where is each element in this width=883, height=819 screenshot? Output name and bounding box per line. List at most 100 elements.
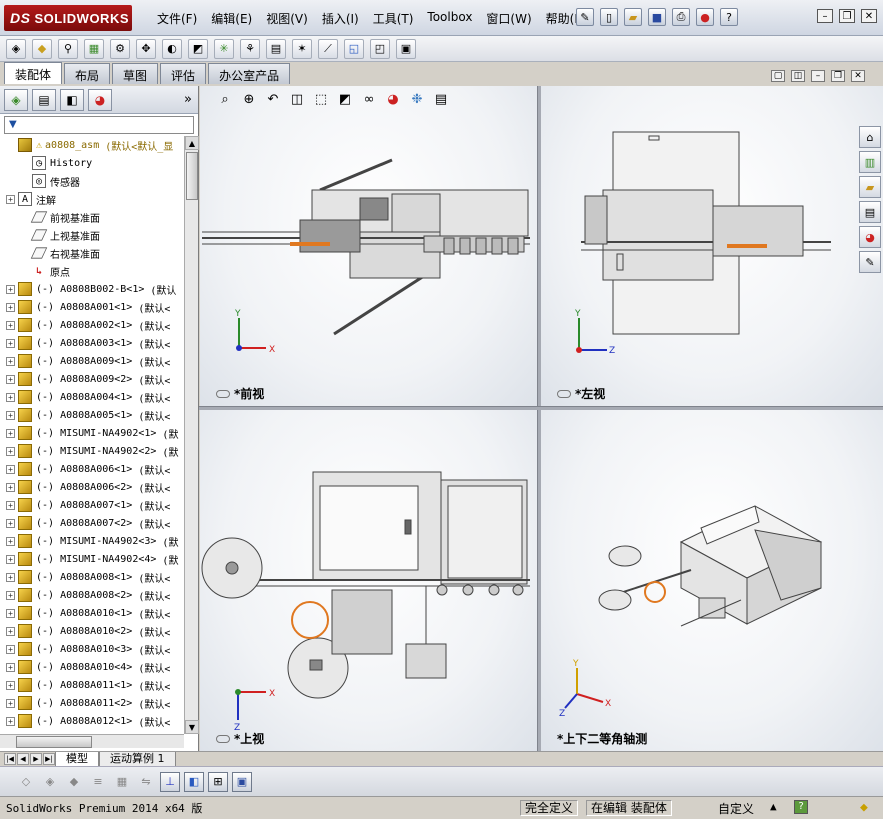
menu-view[interactable]: 视图(V) (259, 10, 315, 27)
tab-model[interactable]: 模型 (55, 751, 99, 767)
view-orientation-icon[interactable]: ⬚ (312, 90, 330, 108)
restore-icon[interactable]: ❐ (839, 9, 855, 23)
close-icon[interactable]: ✕ (861, 9, 877, 23)
scroll-down-icon[interactable]: ▼ (185, 720, 199, 734)
tree-component-row[interactable]: + (-) A0808A007<1> (默认< (0, 496, 184, 514)
save-icon[interactable]: ■ (648, 8, 666, 26)
viewport-vertical-splitter[interactable] (537, 86, 541, 751)
property-manager-icon[interactable]: ▤ (32, 88, 56, 111)
tree-item-annotations[interactable]: + A 注解 (0, 190, 184, 208)
pin-icon[interactable]: ✎ (576, 8, 594, 26)
display-manager-icon[interactable]: ◕ (88, 88, 112, 111)
help-icon[interactable]: ? (720, 8, 738, 26)
expand-toggle[interactable]: + (6, 698, 15, 708)
wireframe-icon[interactable]: ◇ (16, 772, 36, 792)
shaded-with-edges-icon[interactable]: ◧ (184, 771, 204, 792)
expand-toggle[interactable]: + (6, 662, 15, 672)
tree-component-row[interactable]: + (-) A0808A010<4> (默认< (0, 658, 184, 676)
perspective-icon[interactable]: ⇋ (136, 772, 156, 792)
reference-geometry-icon[interactable]: ✳ (214, 38, 234, 59)
expand-toggle[interactable]: + (6, 464, 15, 474)
expand-toggle[interactable]: + (6, 320, 15, 330)
assembly-features-icon[interactable]: ◩ (188, 38, 208, 59)
new-document-icon[interactable]: ▯ (600, 8, 618, 26)
units-dropdown-icon[interactable]: ▲ (770, 800, 777, 813)
design-library-icon[interactable]: ▥ (859, 151, 881, 173)
tree-component-row[interactable]: + (-) A0808A009<1> (默认< (0, 352, 184, 370)
display-style-icon[interactable]: ◩ (336, 90, 354, 108)
expand-toggle[interactable]: + (6, 194, 15, 204)
viewport-horizontal-splitter[interactable] (199, 406, 883, 410)
tree-component-row[interactable]: + (-) MISUMI-NA4902<2> (默 (0, 442, 184, 460)
viewport-top[interactable]: X Z *上视 (200, 410, 537, 751)
tree-component-row[interactable]: + (-) A0808A010<3> (默认< (0, 640, 184, 658)
close-icon[interactable]: ✕ (851, 70, 865, 82)
tree-component-row[interactable]: + (-) MISUMI-NA4902<4> (默 (0, 550, 184, 568)
link-icon[interactable] (216, 389, 230, 398)
tree-component-row[interactable]: + (-) A0808A008<1> (默认< (0, 568, 184, 586)
expand-toggle[interactable]: + (6, 284, 15, 294)
next-tab-icon[interactable]: ▶ (30, 753, 42, 765)
tree-item-origin[interactable]: ↳ 原点 (0, 262, 184, 280)
zoom-to-fit-icon[interactable]: ⌕ (216, 90, 234, 108)
tree-component-row[interactable]: + (-) A0808A005<1> (默认< (0, 406, 184, 424)
section-view-icon[interactable]: ◫ (288, 90, 306, 108)
tree-component-row[interactable]: + (-) A0808A010<1> (默认< (0, 604, 184, 622)
show-hidden-icon[interactable]: ◐ (162, 38, 182, 59)
tab-office-products[interactable]: 办公室产品 (208, 63, 291, 84)
tree-component-row[interactable]: + (-) A0808A002<1> (默认< (0, 316, 184, 334)
tree-component-row[interactable]: + (-) A0808A007<2> (默认< (0, 514, 184, 532)
expand-toggle[interactable]: + (6, 392, 15, 402)
clearance-icon[interactable]: ◰ (370, 38, 390, 59)
configuration-manager-icon[interactable]: ◧ (60, 88, 84, 111)
insert-component-icon[interactable]: ◈ (6, 38, 26, 59)
tab-sketch[interactable]: 草图 (112, 63, 159, 84)
tag-icon[interactable]: ◆ (860, 800, 868, 815)
minimize-icon[interactable]: – (811, 70, 825, 82)
feature-manager-tree-icon[interactable]: ◈ (4, 88, 28, 111)
tree-component-row[interactable]: + (-) A0808A010<2> (默认< (0, 622, 184, 640)
viewport-left[interactable]: Y Z *左视 (541, 86, 883, 406)
tree-vertical-scrollbar[interactable]: ▲ ▼ (184, 136, 199, 734)
hide-show-items-icon[interactable]: ∞ (360, 90, 378, 108)
interference-detection-icon[interactable]: ◱ (344, 38, 364, 59)
expand-toggle[interactable]: + (6, 680, 15, 690)
smart-fasteners-icon[interactable]: ⚙ (110, 38, 130, 59)
tree-item-front-plane[interactable]: 前视基准面 (0, 208, 184, 226)
scroll-thumb[interactable] (16, 736, 92, 748)
tree-item-sensors[interactable]: ◎ 传感器 (0, 172, 184, 190)
tree-item-top-plane[interactable]: 上视基准面 (0, 226, 184, 244)
move-component-icon[interactable]: ✥ (136, 38, 156, 59)
exploded-view-icon[interactable]: ✶ (292, 38, 312, 59)
expand-panel-icon[interactable]: » (184, 92, 192, 107)
expand-toggle[interactable]: + (6, 410, 15, 420)
first-tab-icon[interactable]: |◀ (4, 753, 16, 765)
expand-toggle[interactable]: + (6, 374, 15, 384)
two-view-icon[interactable]: ◫ (791, 70, 805, 82)
menu-window[interactable]: 窗口(W) (479, 10, 538, 27)
expand-toggle[interactable]: + (6, 482, 15, 492)
tree-component-row[interactable]: + (-) A0808A009<2> (默认< (0, 370, 184, 388)
instant3d-icon[interactable]: ▣ (396, 38, 416, 59)
prev-tab-icon[interactable]: ◀ (17, 753, 29, 765)
expand-toggle[interactable]: + (6, 626, 15, 636)
save-view-icon[interactable]: ▣ (232, 771, 252, 792)
minimize-icon[interactable]: – (817, 9, 833, 23)
four-view-icon[interactable]: ⊞ (208, 771, 228, 792)
tree-component-row[interactable]: + (-) A0808A006<2> (默认< (0, 478, 184, 496)
linear-pattern-icon[interactable]: ▦ (84, 38, 104, 59)
expand-toggle[interactable]: + (6, 302, 15, 312)
tree-component-row[interactable]: + (-) A0808A001<1> (默认< (0, 298, 184, 316)
view-palette-icon[interactable]: ▤ (859, 201, 881, 223)
expand-toggle[interactable]: + (6, 554, 15, 564)
tree-component-row[interactable]: + (-) A0808A012<1> (默认< (0, 712, 184, 730)
expand-toggle[interactable]: + (6, 446, 15, 456)
zoom-to-area-icon[interactable]: ⊕ (240, 90, 258, 108)
solidworks-logo[interactable]: DS SOLIDWORKS (4, 5, 132, 31)
tree-component-row[interactable]: + (-) A0808A011<2> (默认< (0, 694, 184, 712)
expand-toggle[interactable]: + (6, 356, 15, 366)
custom-properties-icon[interactable]: ✎ (859, 251, 881, 273)
expand-toggle[interactable]: + (6, 536, 15, 546)
expand-toggle[interactable]: + (6, 572, 15, 582)
single-view-icon[interactable]: ▢ (771, 70, 785, 82)
